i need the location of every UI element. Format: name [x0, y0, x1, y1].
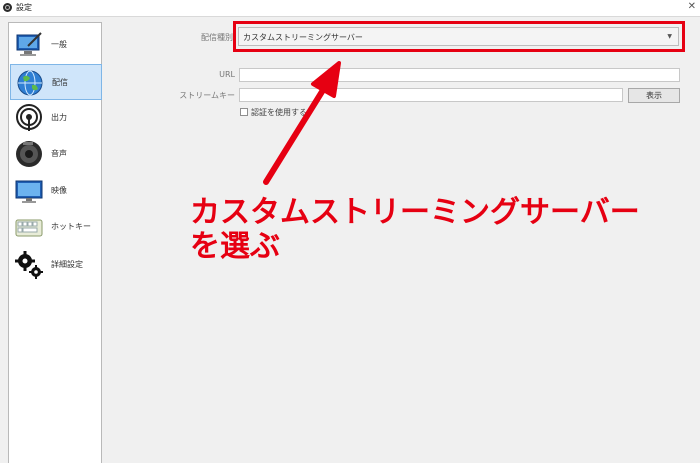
annotation-callout: カスタムストリーミングサーバー を選ぶ [190, 196, 640, 264]
annotation-line-2: を選ぶ [190, 229, 280, 264]
annotation-line-1: カスタムストリーミングサーバー [190, 195, 640, 230]
